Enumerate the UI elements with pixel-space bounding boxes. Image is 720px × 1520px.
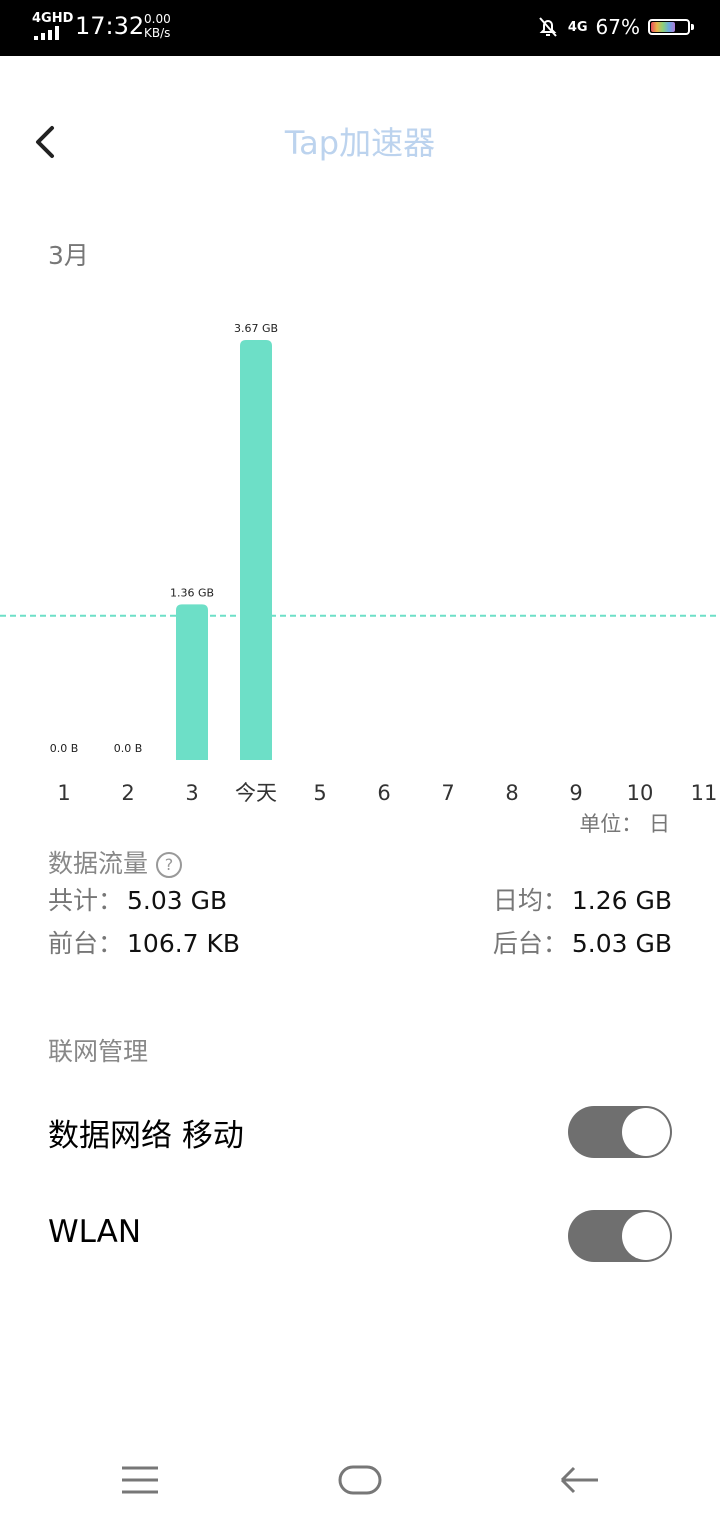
- status-right: 4G 67%: [536, 10, 694, 44]
- foreground-label: 前台：: [48, 929, 124, 958]
- wlan-row: WLAN: [48, 1206, 672, 1266]
- x-tick-label[interactable]: 5: [313, 781, 326, 805]
- x-tick-label[interactable]: 1: [57, 781, 70, 805]
- month-label: 3月: [48, 241, 89, 270]
- total-value: 5.03 GB: [127, 886, 228, 915]
- background-label: 后台：: [492, 929, 568, 958]
- network-speed: 0.00 KB/s: [144, 12, 171, 40]
- toggle-knob: [622, 1108, 670, 1156]
- clock: 17:32: [75, 12, 145, 40]
- mobile-data-label: 数据网络 移动: [48, 1118, 244, 1154]
- chart-bar[interactable]: [176, 604, 208, 760]
- x-tick-label[interactable]: 8: [505, 781, 518, 805]
- battery-fill: [651, 22, 676, 32]
- menu-button[interactable]: [110, 1460, 170, 1500]
- wlan-label: WLAN: [48, 1214, 142, 1250]
- nav-back-button[interactable]: [550, 1460, 610, 1500]
- speed-unit: KB/s: [144, 26, 171, 40]
- x-tick-label[interactable]: 7: [441, 781, 454, 805]
- traffic-bar-chart: 0.0 B 1 0.0 B 2 1.36 GB 3 3.67 GB 今天 5 6 7 8 9 10 11: [0, 322, 720, 805]
- x-tick-label[interactable]: 11: [691, 781, 718, 805]
- battery-icon: [648, 19, 694, 35]
- x-tick-label[interactable]: 6: [377, 781, 390, 805]
- background-value: 5.03 GB: [571, 929, 672, 958]
- mobile-net-label: 4G: [567, 19, 588, 35]
- foreground-value: 106.7 KB: [127, 929, 241, 958]
- question-circle-icon[interactable]: ?: [156, 852, 183, 878]
- back-arrow-icon: [560, 1466, 598, 1494]
- x-tick-label[interactable]: 10: [627, 781, 654, 805]
- bell-off-icon: [539, 17, 557, 37]
- menu-icon: [122, 1466, 158, 1494]
- home-button[interactable]: [330, 1460, 390, 1500]
- daily-label: 日均：: [492, 886, 568, 915]
- data-label: 1.36 GB: [170, 586, 214, 599]
- foreground-stat: 前台： 106.7 KB: [48, 927, 240, 961]
- status-bar: 4GHD 17:32 0.00 KB/s 4G 67%: [0, 0, 720, 56]
- data-label: 3.67 GB: [234, 322, 278, 335]
- data-label: 0.0 B: [50, 742, 79, 755]
- total-label: 共计：: [48, 886, 124, 915]
- unit-label: 单位： 日: [579, 812, 670, 836]
- x-tick-label[interactable]: 今天: [235, 781, 277, 805]
- x-tick-label[interactable]: 2: [121, 781, 134, 805]
- wlan-toggle[interactable]: [568, 1210, 672, 1262]
- traffic-section-title: 数据流量?: [48, 844, 183, 880]
- app-header: Tap加速器: [0, 100, 720, 180]
- home-icon: [338, 1465, 382, 1495]
- background-stat: 后台： 5.03 GB: [493, 927, 672, 961]
- signal-icon: [34, 26, 59, 40]
- page-title: Tap加速器: [284, 124, 436, 162]
- network-mgmt-title: 联网管理: [48, 1037, 149, 1066]
- battery-percent: 67%: [595, 15, 640, 39]
- network-type: 4GHD: [32, 11, 74, 26]
- x-tick-label[interactable]: 9: [569, 781, 582, 805]
- total-stat: 共计： 5.03 GB: [48, 884, 227, 918]
- daily-stat: 日均： 1.26 GB: [493, 884, 672, 918]
- system-nav-bar: [0, 1440, 720, 1520]
- toggle-knob: [622, 1212, 670, 1260]
- daily-value: 1.26 GB: [571, 886, 672, 915]
- speed-value: 0.00: [144, 12, 171, 26]
- x-tick-label[interactable]: 3: [185, 781, 198, 805]
- traffic-title: 数据流量: [48, 849, 149, 878]
- mobile-data-toggle[interactable]: [568, 1106, 672, 1158]
- mobile-data-row: 数据网络 移动: [48, 1102, 672, 1162]
- chart-bar[interactable]: [240, 340, 272, 760]
- data-label: 0.0 B: [114, 742, 143, 755]
